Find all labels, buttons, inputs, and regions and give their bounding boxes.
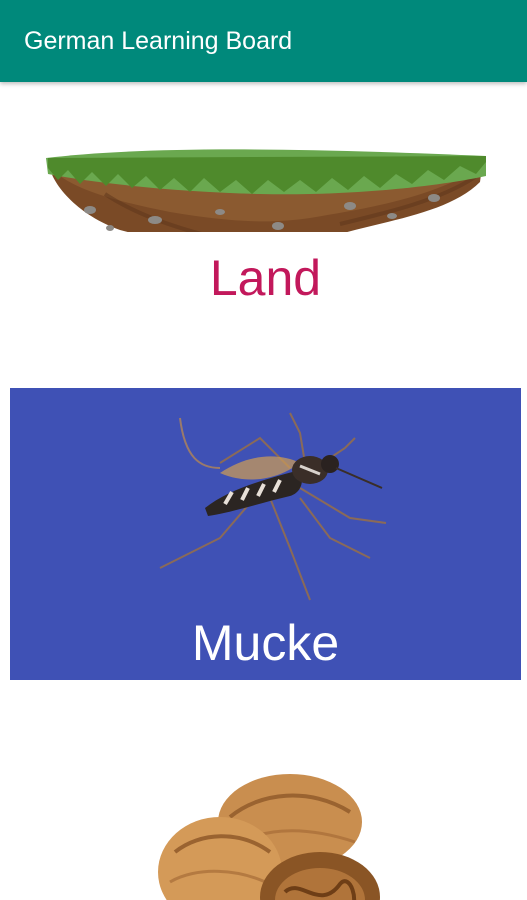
floating-island-image — [46, 149, 486, 232]
word-label-land: Land — [209, 250, 322, 306]
word-card-walnuts[interactable] — [10, 742, 521, 900]
walnuts-image — [158, 774, 380, 900]
word-card-list[interactable]: Land Mucke — [0, 82, 527, 900]
mosquito-image — [159, 412, 387, 601]
app-bar: German Learning Board — [0, 0, 527, 82]
word-label-mucke: Mucke — [191, 615, 340, 671]
word-card-mucke[interactable]: Mucke — [10, 388, 521, 680]
word-card-land[interactable]: Land — [10, 82, 521, 362]
app-title: German Learning Board — [24, 27, 293, 55]
